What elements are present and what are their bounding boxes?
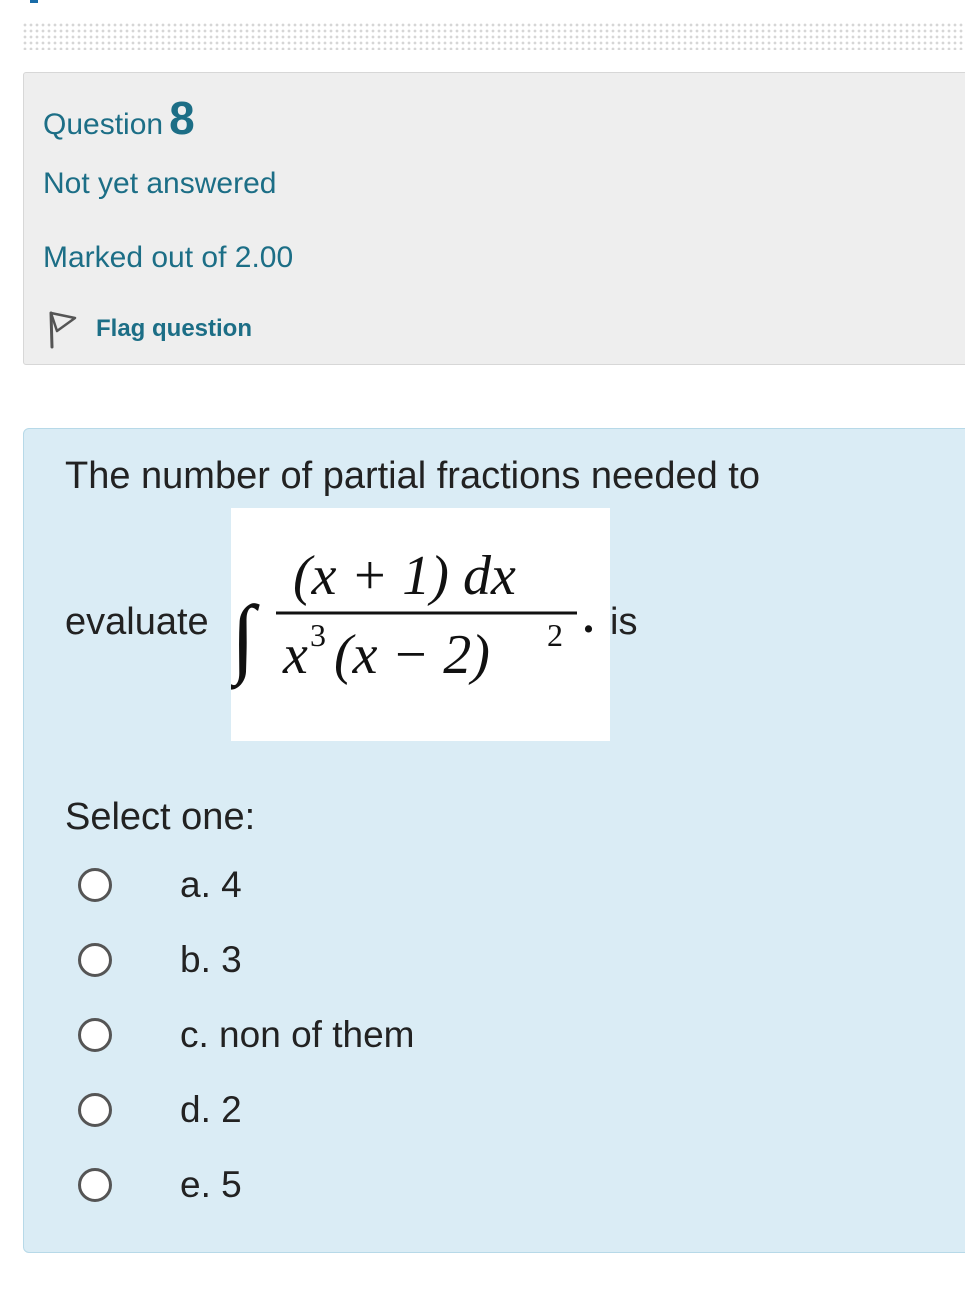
question-info-panel: Question 8 Not yet answered Marked out of… [23,72,965,365]
option-label: a. 4 [180,864,242,905]
radio-button[interactable] [78,868,112,902]
formula-image: ∫ (x + 1) dx x 3 (x − 2) 2 . [231,508,610,741]
radio-button[interactable] [78,943,112,977]
question-text-line1: The number of partial fractions needed t… [65,455,760,497]
formula-denominator-rest: (x − 2) [334,624,490,686]
formula-denominator-x: x [282,624,308,686]
option-label: b. 3 [180,939,242,980]
option-label: d. 2 [180,1089,242,1130]
question-title: Question 8 [43,91,195,145]
formula-denominator-rest-power: 2 [547,617,563,653]
radio-button[interactable] [78,1093,112,1127]
answer-option-a[interactable]: a. 4 [78,863,242,907]
question-content-panel: The number of partial fractions needed t… [23,428,965,1253]
question-text-evaluate: evaluate [65,601,209,643]
formula-trailing-dot: . [583,593,594,642]
flag-question-link[interactable]: Flag question [46,309,252,349]
answer-option-b[interactable]: b. 3 [78,938,242,982]
flag-icon [46,309,78,349]
option-label: e. 5 [180,1164,242,1205]
question-grade: Marked out of 2.00 [43,241,294,274]
question-number: 8 [169,92,195,144]
formula-numerator: (x + 1) dx [293,545,516,607]
question-state: Not yet answered [43,167,277,200]
answer-option-d[interactable]: d. 2 [78,1088,242,1132]
answer-option-c[interactable]: c. non of them [78,1013,414,1057]
select-one-prompt: Select one: [65,796,256,838]
formula-denominator-x-power: 3 [310,617,326,653]
radio-button[interactable] [78,1018,112,1052]
question-text-is: is [610,601,638,643]
flag-question-label: Flag question [96,315,252,342]
question-label: Question [43,108,164,141]
radio-button[interactable] [78,1168,112,1202]
option-label: c. non of them [180,1014,415,1055]
answer-option-e[interactable]: e. 5 [78,1163,242,1207]
integral-sign: ∫ [231,589,260,690]
quiz-page: Question 8 Not yet answered Marked out of… [0,0,965,1300]
dotted-separator [22,22,965,50]
top-accent-mark [30,0,38,3]
